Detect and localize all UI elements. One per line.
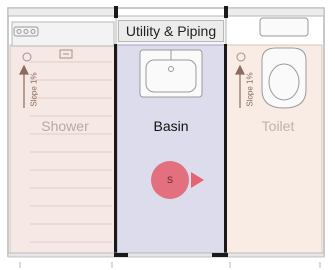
toilet-fixture-icon xyxy=(259,17,309,109)
direction-arrow-icon xyxy=(191,172,204,188)
shower-zone xyxy=(9,44,117,254)
shower-label: Shower xyxy=(41,118,89,134)
top-wall-right xyxy=(225,7,325,17)
shower-slope-label: Slope 1% xyxy=(29,72,39,107)
shower-bench xyxy=(11,21,115,47)
utility-piping-label: Utility & Piping xyxy=(118,20,224,42)
toilet-label: Toilet xyxy=(261,118,295,134)
basin-fixture-icon xyxy=(139,49,203,98)
bottom-wall xyxy=(7,252,325,258)
position-marker-label: S xyxy=(166,175,173,185)
toilet-slope-label: Slope 1% xyxy=(245,72,255,107)
basin-label: Basin xyxy=(153,118,189,134)
door-marks xyxy=(19,262,321,268)
top-wall-left xyxy=(7,7,116,17)
